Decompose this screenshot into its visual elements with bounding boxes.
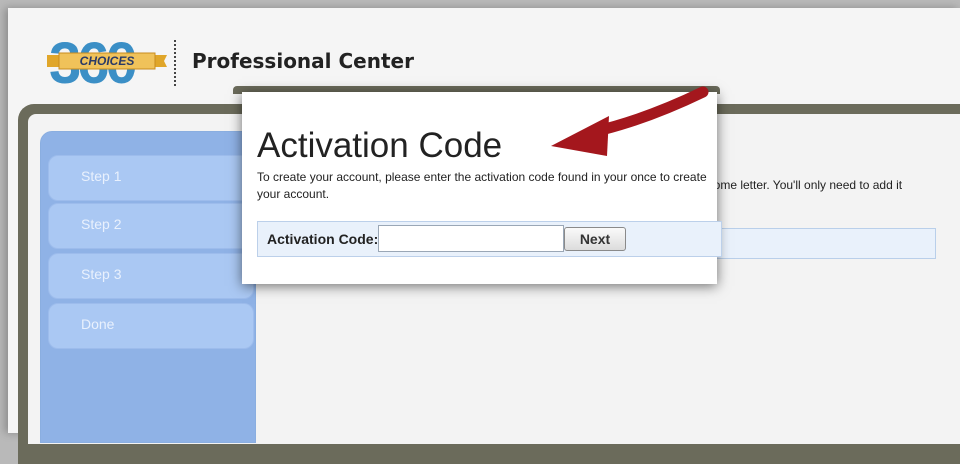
header-divider	[174, 40, 176, 86]
dialog-description: To create your account, please enter the…	[257, 170, 707, 201]
step-1: Step 1	[48, 155, 254, 201]
step-3: Step 3	[48, 253, 254, 299]
arrow-icon	[551, 86, 709, 156]
activation-code-input[interactable]	[378, 225, 564, 252]
dialog-title: Activation Code	[257, 126, 503, 165]
step-done: Done	[48, 303, 254, 349]
activation-form-row: Activation Code: Next	[257, 221, 722, 257]
step-2: Step 2	[48, 203, 254, 249]
next-button[interactable]: Next	[564, 227, 626, 251]
instruction-text-partial: lcome letter. You'll only need to add it	[705, 178, 903, 192]
logo-text: CHOICES	[80, 54, 135, 68]
steps-sidebar: Step 1 Step 2 Step 3 Done	[40, 131, 256, 443]
activation-code-label: Activation Code:	[267, 231, 379, 247]
logo-360-choices: 360 CHOICES	[47, 31, 167, 91]
page-title: Professional Center	[192, 49, 414, 73]
